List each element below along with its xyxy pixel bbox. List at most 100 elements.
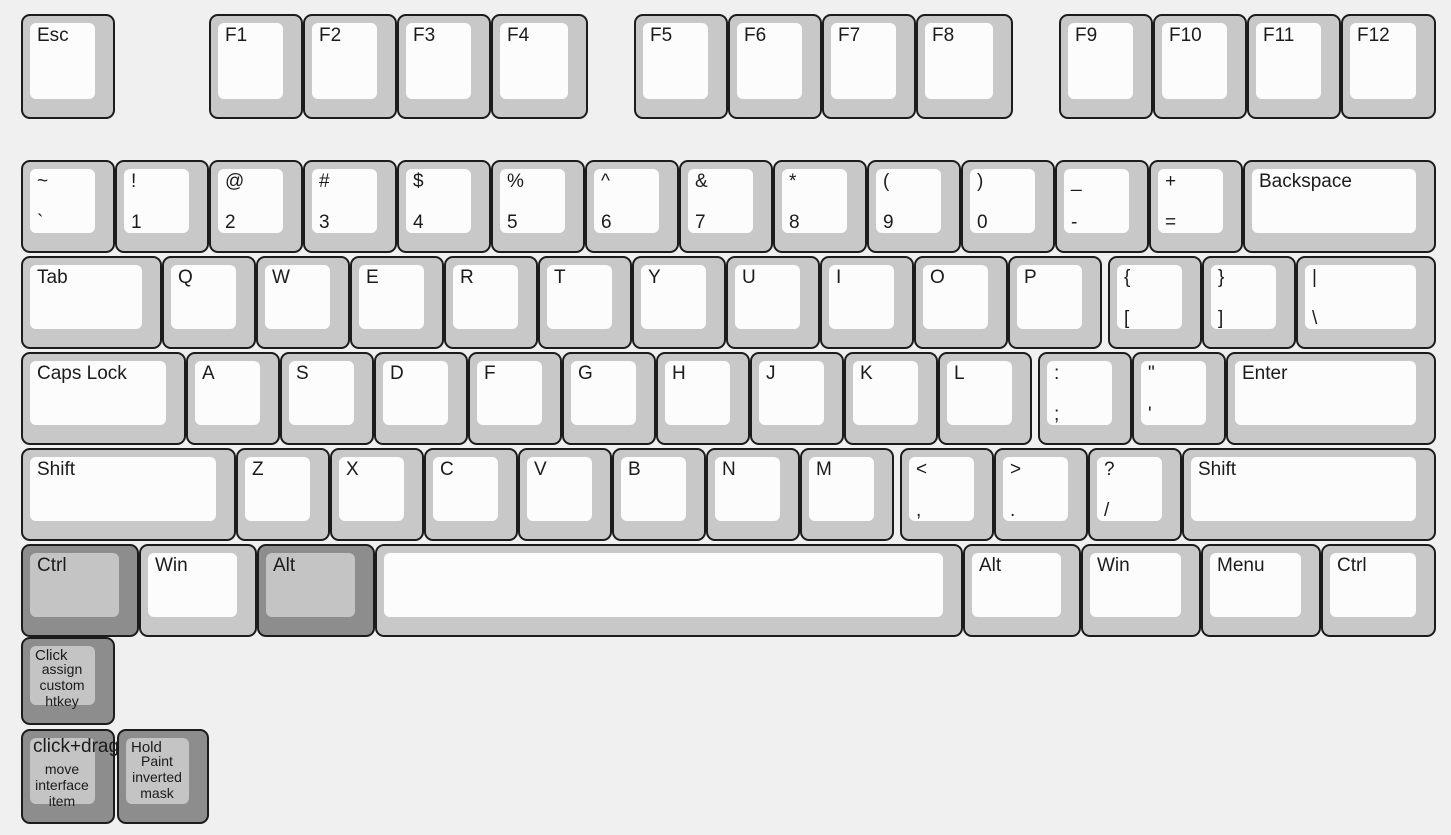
key-shift-right[interactable]: Shift — [1182, 448, 1436, 541]
key-slash[interactable]: ? / — [1088, 448, 1182, 541]
key-key-p[interactable]: P — [1008, 256, 1102, 349]
key-f6[interactable]: F6 — [728, 14, 822, 119]
key-sublabel: 9 — [883, 212, 894, 233]
key-label: Menu — [1217, 555, 1265, 576]
key-label: B — [628, 459, 641, 480]
key-f7[interactable]: F7 — [822, 14, 916, 119]
key-alt-left[interactable]: Alt — [257, 544, 375, 637]
key-key-w[interactable]: W — [256, 256, 350, 349]
key-key-f[interactable]: F — [468, 352, 562, 445]
key-key-c[interactable]: C — [424, 448, 518, 541]
key-key-l[interactable]: L — [938, 352, 1032, 445]
key-bracket-right[interactable]: }] — [1202, 256, 1296, 349]
key-esc[interactable]: Esc — [21, 14, 115, 119]
key-key-q[interactable]: Q — [162, 256, 256, 349]
key-digit-6[interactable]: ^ 6 — [585, 160, 679, 253]
key-label: R — [460, 267, 474, 288]
key-mouse-hold[interactable]: Hold Paint inverted mask — [117, 729, 209, 824]
key-key-b[interactable]: B — [612, 448, 706, 541]
key-equal[interactable]: + = — [1149, 160, 1243, 253]
key-f4[interactable]: F4 — [491, 14, 588, 119]
key-key-s[interactable]: S — [280, 352, 374, 445]
key-backslash[interactable]: | \ — [1296, 256, 1436, 349]
key-label: Shift — [37, 459, 76, 480]
key-key-t[interactable]: T — [538, 256, 632, 349]
key-win-left[interactable]: Win — [139, 544, 257, 637]
key-label: F10 — [1169, 25, 1202, 46]
key-digit-1[interactable]: ! 1 — [115, 160, 209, 253]
key-label: < — [916, 459, 928, 480]
key-key-d[interactable]: D — [374, 352, 468, 445]
key-ctrl-right[interactable]: Ctrl — [1321, 544, 1436, 637]
key-digit-9[interactable]: (9 — [867, 160, 961, 253]
key-f11[interactable]: F11 — [1247, 14, 1341, 119]
key-backspace[interactable]: Backspace — [1243, 160, 1436, 253]
key-label: V — [534, 459, 547, 480]
key-key-m[interactable]: M — [800, 448, 894, 541]
key-label: Q — [178, 267, 193, 288]
key-f9[interactable]: F9 — [1059, 14, 1153, 119]
key-key-u[interactable]: U — [726, 256, 820, 349]
key-mouse-click-drag[interactable]: click+drag move interface item — [21, 729, 119, 824]
key-label: J — [766, 363, 776, 384]
key-description: assign custom htkey — [39, 661, 85, 709]
key-key-o[interactable]: O — [914, 256, 1008, 349]
key-label: I — [836, 267, 842, 288]
key-f8[interactable]: F8 — [916, 14, 1013, 119]
key-key-i[interactable]: I — [820, 256, 914, 349]
key-key-x[interactable]: X — [330, 448, 424, 541]
key-f5[interactable]: F5 — [634, 14, 728, 119]
key-label: Win — [1097, 555, 1130, 576]
key-space[interactable] — [375, 544, 963, 637]
key-key-z[interactable]: Z — [236, 448, 330, 541]
key-key-v[interactable]: V — [518, 448, 612, 541]
key-comma[interactable]: <, — [900, 448, 994, 541]
key-tab[interactable]: Tab — [21, 256, 162, 349]
key-shift-left[interactable]: Shift — [21, 448, 236, 541]
key-label: Ctrl — [37, 555, 67, 576]
key-digit-4[interactable]: $4 — [397, 160, 491, 253]
key-label: M — [816, 459, 832, 480]
key-enter[interactable]: Enter — [1226, 352, 1436, 445]
key-key-h[interactable]: H — [656, 352, 750, 445]
key-digit-2[interactable]: @2 — [209, 160, 303, 253]
key-sublabel: 7 — [695, 212, 706, 233]
key-digit-8[interactable]: * 8 — [773, 160, 867, 253]
key-semicolon[interactable]: :; — [1038, 352, 1132, 445]
key-f2[interactable]: F2 — [303, 14, 397, 119]
key-f12[interactable]: F12 — [1341, 14, 1436, 119]
key-f3[interactable]: F3 — [397, 14, 491, 119]
key-key-r[interactable]: R — [444, 256, 538, 349]
key-ctrl-left[interactable]: Ctrl — [21, 544, 139, 637]
key-menu[interactable]: Menu — [1201, 544, 1321, 637]
key-digit-7[interactable]: & 7 — [679, 160, 773, 253]
key-key-a[interactable]: A — [186, 352, 280, 445]
key-label: F4 — [507, 25, 530, 46]
key-key-g[interactable]: G — [562, 352, 656, 445]
key-digit-0[interactable]: ) 0 — [961, 160, 1055, 253]
key-label: Enter — [1242, 363, 1288, 384]
key-mouse-click[interactable]: Click assign custom htkey — [21, 637, 115, 725]
key-key-k[interactable]: K — [844, 352, 938, 445]
key-key-n[interactable]: N — [706, 448, 800, 541]
key-digit-3[interactable]: #3 — [303, 160, 397, 253]
key-label: P — [1024, 267, 1037, 288]
key-key-e[interactable]: E — [350, 256, 444, 349]
key-quote[interactable]: " ' — [1132, 352, 1226, 445]
key-win-right[interactable]: Win — [1081, 544, 1201, 637]
key-backquote[interactable]: ~ ` — [21, 160, 115, 253]
key-caps-lock[interactable]: Caps Lock — [21, 352, 186, 445]
key-label: Alt — [979, 555, 1002, 576]
key-alt-right[interactable]: Alt — [963, 544, 1081, 637]
key-bracket-left[interactable]: {[ — [1108, 256, 1202, 349]
key-sublabel: 6 — [601, 212, 612, 233]
key-key-y[interactable]: Y — [632, 256, 726, 349]
key-label: Esc — [37, 25, 69, 46]
key-period[interactable]: >. — [994, 448, 1088, 541]
key-f1[interactable]: F1 — [209, 14, 303, 119]
key-digit-5[interactable]: % 5 — [491, 160, 585, 253]
key-label: F3 — [413, 25, 436, 46]
key-f10[interactable]: F10 — [1153, 14, 1247, 119]
key-key-j[interactable]: J — [750, 352, 844, 445]
key-minus[interactable]: _ - — [1055, 160, 1149, 253]
